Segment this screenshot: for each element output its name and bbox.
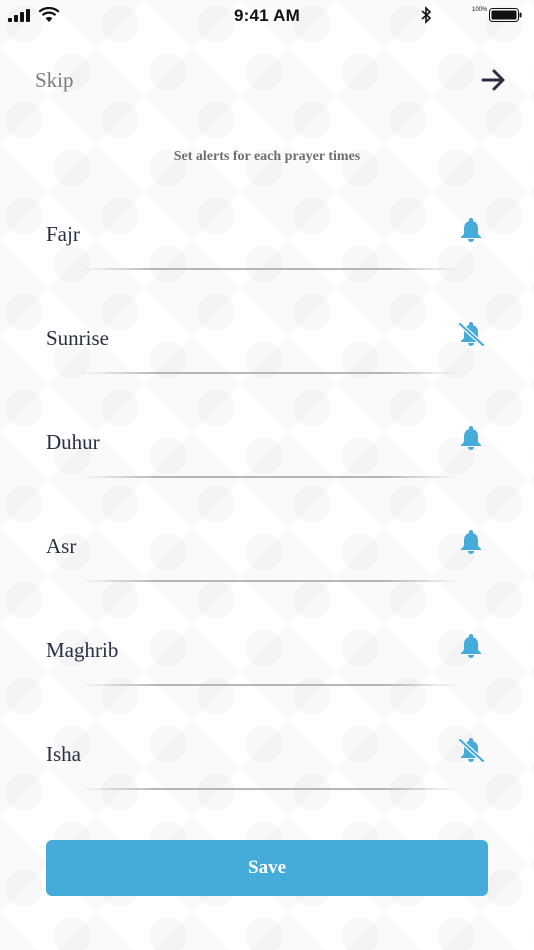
bell-icon[interactable] [456, 215, 486, 245]
prayer-name: Maghrib [46, 638, 119, 662]
prayer-name: Duhur [46, 430, 100, 454]
row-divider [80, 684, 460, 686]
arrow-right-icon[interactable] [480, 66, 508, 94]
save-button[interactable]: Save [46, 840, 488, 896]
battery-percent: 100% [472, 7, 488, 13]
page-subtitle: Set alerts for each prayer times [173, 149, 361, 164]
bell-icon[interactable] [456, 527, 486, 557]
prayer-row-maghrib: Maghrib [0, 634, 534, 742]
prayer-row-asr: Asr [0, 530, 534, 638]
bell-off-icon[interactable] [456, 735, 486, 765]
row-divider [80, 580, 460, 582]
row-divider [80, 476, 460, 478]
prayer-row-isha: Isha [0, 737, 534, 846]
bluetooth-icon [421, 6, 432, 24]
row-divider [80, 372, 460, 374]
bell-icon[interactable] [456, 423, 486, 453]
prayer-name: Isha [46, 742, 81, 766]
prayer-row-sunrise: Sunrise [0, 321, 534, 430]
skip-button[interactable]: Skip [35, 68, 74, 93]
row-divider [80, 788, 460, 790]
prayer-name: Sunrise [46, 326, 109, 350]
prayer-name: Asr [46, 534, 77, 558]
battery-icon [489, 8, 522, 22]
bell-off-icon[interactable] [456, 319, 486, 349]
prayer-row-fajr: Fajr [0, 218, 534, 326]
status-bar: 9:41 AM 100% [0, 0, 534, 30]
prayer-name: Fajr [46, 222, 80, 246]
status-time: 9:41 AM [234, 6, 300, 25]
bell-icon[interactable] [456, 631, 486, 661]
prayer-row-duhur: Duhur [0, 426, 534, 534]
row-divider [80, 268, 460, 270]
